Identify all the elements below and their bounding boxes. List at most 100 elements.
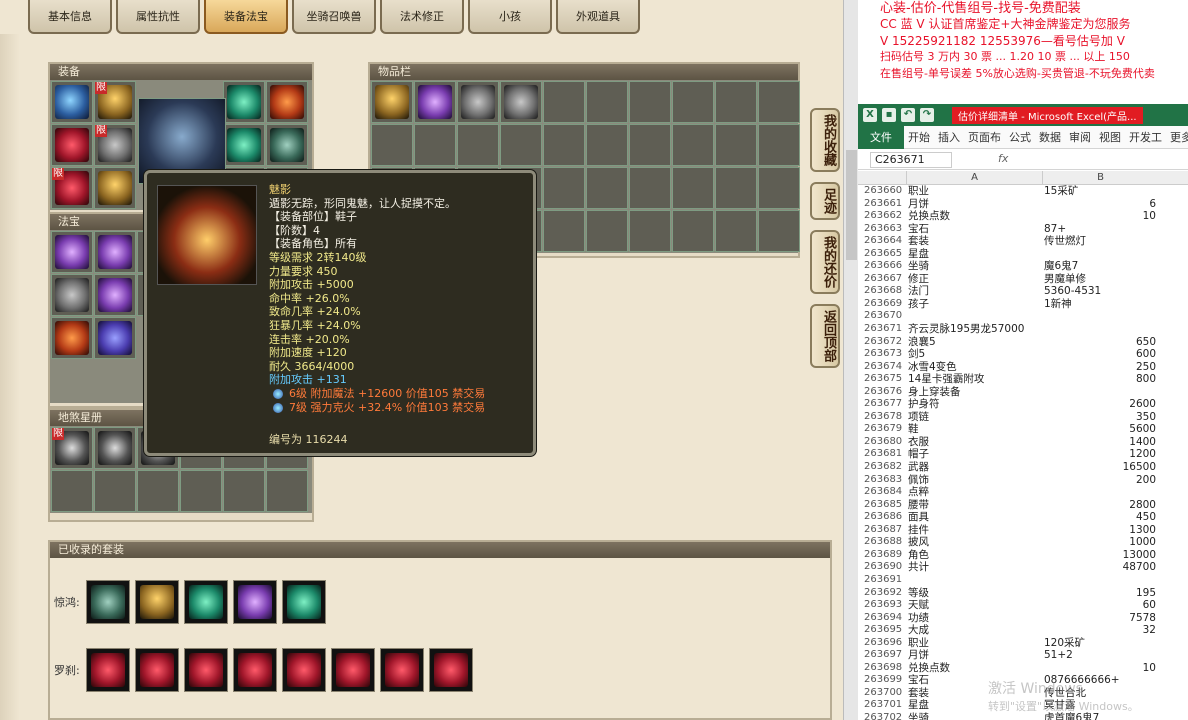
cell-b[interactable]: 男魔单修 — [1044, 273, 1156, 286]
sheet-row[interactable]: 263666 坐骑 魔6鬼7 — [858, 260, 1188, 273]
sheet-row[interactable]: 263668 法门 5360-4531 — [858, 285, 1188, 298]
cell-a[interactable]: 鞋 — [908, 423, 919, 436]
sheet-row[interactable]: 263691 — [858, 574, 1188, 587]
tab-mounts-pets[interactable]: 坐骑召唤兽 — [292, 0, 376, 34]
sheet-row[interactable]: 263664 套装 传世燃灯 — [858, 235, 1188, 248]
suit-item[interactable] — [184, 580, 228, 624]
cell-b[interactable]: 650 — [1044, 336, 1156, 349]
sheet-row[interactable]: 263677 护身符 2600 — [858, 398, 1188, 411]
suit-item[interactable] — [86, 648, 130, 692]
inventory-slot[interactable] — [586, 81, 628, 123]
ribbon-tab-insert[interactable]: 插入 — [934, 129, 964, 145]
equip-slot[interactable] — [266, 81, 308, 123]
cell-a[interactable]: 面具 — [908, 511, 929, 524]
ribbon-tab-home[interactable]: 开始 — [904, 129, 934, 145]
equip-slot[interactable]: 限 — [94, 81, 136, 123]
scroll-thumb[interactable] — [846, 150, 857, 260]
cell-a[interactable]: 披风 — [908, 536, 929, 549]
star-slot[interactable] — [51, 470, 93, 512]
star-slot[interactable] — [223, 470, 265, 512]
cell-b[interactable]: 16500 — [1044, 461, 1156, 474]
star-slot[interactable] — [94, 470, 136, 512]
cell-b[interactable]: 87+ — [1044, 223, 1156, 236]
cell-a[interactable]: 身上穿装备 — [908, 386, 961, 399]
cell-b[interactable]: 5360-4531 — [1044, 285, 1156, 298]
cell-b[interactable]: 120采矿 — [1044, 637, 1156, 650]
cell-a[interactable]: 14星卡强霸附攻 — [908, 373, 984, 386]
tab-spell-correction[interactable]: 法术修正 — [380, 0, 464, 34]
ribbon-tab-formula[interactable]: 公式 — [1005, 129, 1035, 145]
inventory-slot[interactable] — [543, 124, 585, 166]
cell-a[interactable]: 帽子 — [908, 448, 929, 461]
cell-a[interactable]: 月饼 — [908, 649, 929, 662]
sheet-row[interactable]: 263684 点粹 — [858, 486, 1188, 499]
star-slot[interactable] — [180, 470, 222, 512]
equip-slot[interactable]: 限 — [51, 167, 93, 209]
cell-a[interactable]: 兑换点数 — [908, 210, 950, 223]
ribbon-tab-review[interactable]: 审阅 — [1065, 129, 1095, 145]
cell-a[interactable]: 孩子 — [908, 298, 929, 311]
sheet-row[interactable]: 263688 披风 1000 — [858, 536, 1188, 549]
cell-b[interactable]: 魔6鬼7 — [1044, 260, 1156, 273]
cell-b[interactable]: 10 — [1044, 210, 1156, 223]
sheet-row[interactable]: 263681 帽子 1200 — [858, 448, 1188, 461]
inventory-slot[interactable] — [457, 124, 499, 166]
inventory-slot[interactable] — [586, 167, 628, 209]
cell-b[interactable]: 200 — [1044, 474, 1156, 487]
sheet-row[interactable]: 263696 职业 120采矿 — [858, 637, 1188, 650]
suit-item[interactable] — [233, 580, 277, 624]
suit-item[interactable] — [380, 648, 424, 692]
page-scrollbar[interactable] — [843, 0, 858, 720]
column-b-header[interactable]: B — [1042, 171, 1158, 185]
sheet-row[interactable]: 263665 星盘 — [858, 248, 1188, 261]
cell-a[interactable]: 坐骑 — [908, 260, 929, 273]
sheet-row[interactable]: 263685 腰带 2800 — [858, 499, 1188, 512]
cell-a[interactable]: 佩饰 — [908, 474, 929, 487]
cell-b[interactable]: 250 — [1044, 361, 1156, 374]
cell-a[interactable]: 护身符 — [908, 398, 940, 411]
cell-a[interactable]: 天赋 — [908, 599, 929, 612]
cell-b[interactable]: 600 — [1044, 348, 1156, 361]
tab-equipment[interactable]: 装备法宝 — [204, 0, 288, 34]
inventory-slot[interactable] — [500, 81, 542, 123]
inventory-slot[interactable] — [629, 81, 671, 123]
cell-a[interactable]: 法门 — [908, 285, 929, 298]
suit-item[interactable] — [282, 580, 326, 624]
star-slot[interactable] — [94, 427, 136, 469]
cell-b[interactable]: 7578 — [1044, 612, 1156, 625]
tab-child[interactable]: 小孩 — [468, 0, 552, 34]
sheet-row[interactable]: 263671 齐云灵脉195男龙57000 — [858, 323, 1188, 336]
cell-a[interactable]: 兑换点数 — [908, 662, 950, 675]
tab-basic-info[interactable]: 基本信息 — [28, 0, 112, 34]
inventory-slot[interactable] — [457, 81, 499, 123]
fabao-slot[interactable] — [51, 274, 93, 316]
suit-item[interactable] — [429, 648, 473, 692]
inventory-slot[interactable] — [758, 124, 800, 166]
equip-slot[interactable] — [51, 124, 93, 166]
cell-b[interactable]: 1000 — [1044, 536, 1156, 549]
suit-item[interactable] — [184, 648, 228, 692]
my-counteroffer-button[interactable]: 我的还价 — [810, 230, 840, 294]
sheet-row[interactable]: 263693 天赋 60 — [858, 599, 1188, 612]
equip-slot-shoes[interactable] — [94, 167, 136, 209]
sheet-row[interactable]: 263698 兑换点数 10 — [858, 662, 1188, 675]
sheet-row[interactable]: 263682 武器 16500 — [858, 461, 1188, 474]
inventory-slot[interactable] — [672, 81, 714, 123]
tab-attributes[interactable]: 属性抗性 — [116, 0, 200, 34]
inventory-slot[interactable] — [758, 81, 800, 123]
sheet-row[interactable]: 263670 — [858, 310, 1188, 323]
cell-a[interactable]: 宝石 — [908, 674, 929, 687]
ribbon-tab-developer[interactable]: 开发工 — [1125, 129, 1166, 145]
cell-b[interactable]: 15采矿 — [1044, 185, 1156, 198]
cell-a[interactable]: 共计 — [908, 561, 929, 574]
cell-a[interactable]: 星盘 — [908, 699, 929, 712]
cell-b[interactable]: 800 — [1044, 373, 1156, 386]
inventory-slot[interactable] — [758, 167, 800, 209]
sheet-row[interactable]: 263680 衣服 1400 — [858, 436, 1188, 449]
sheet-row[interactable]: 263673 剑5 600 — [858, 348, 1188, 361]
cell-a[interactable]: 项链 — [908, 411, 929, 424]
cell-a[interactable]: 挂件 — [908, 524, 929, 537]
sheet-row[interactable]: 263663 宝石 87+ — [858, 223, 1188, 236]
inventory-slot[interactable] — [371, 124, 413, 166]
inventory-slot[interactable] — [414, 124, 456, 166]
